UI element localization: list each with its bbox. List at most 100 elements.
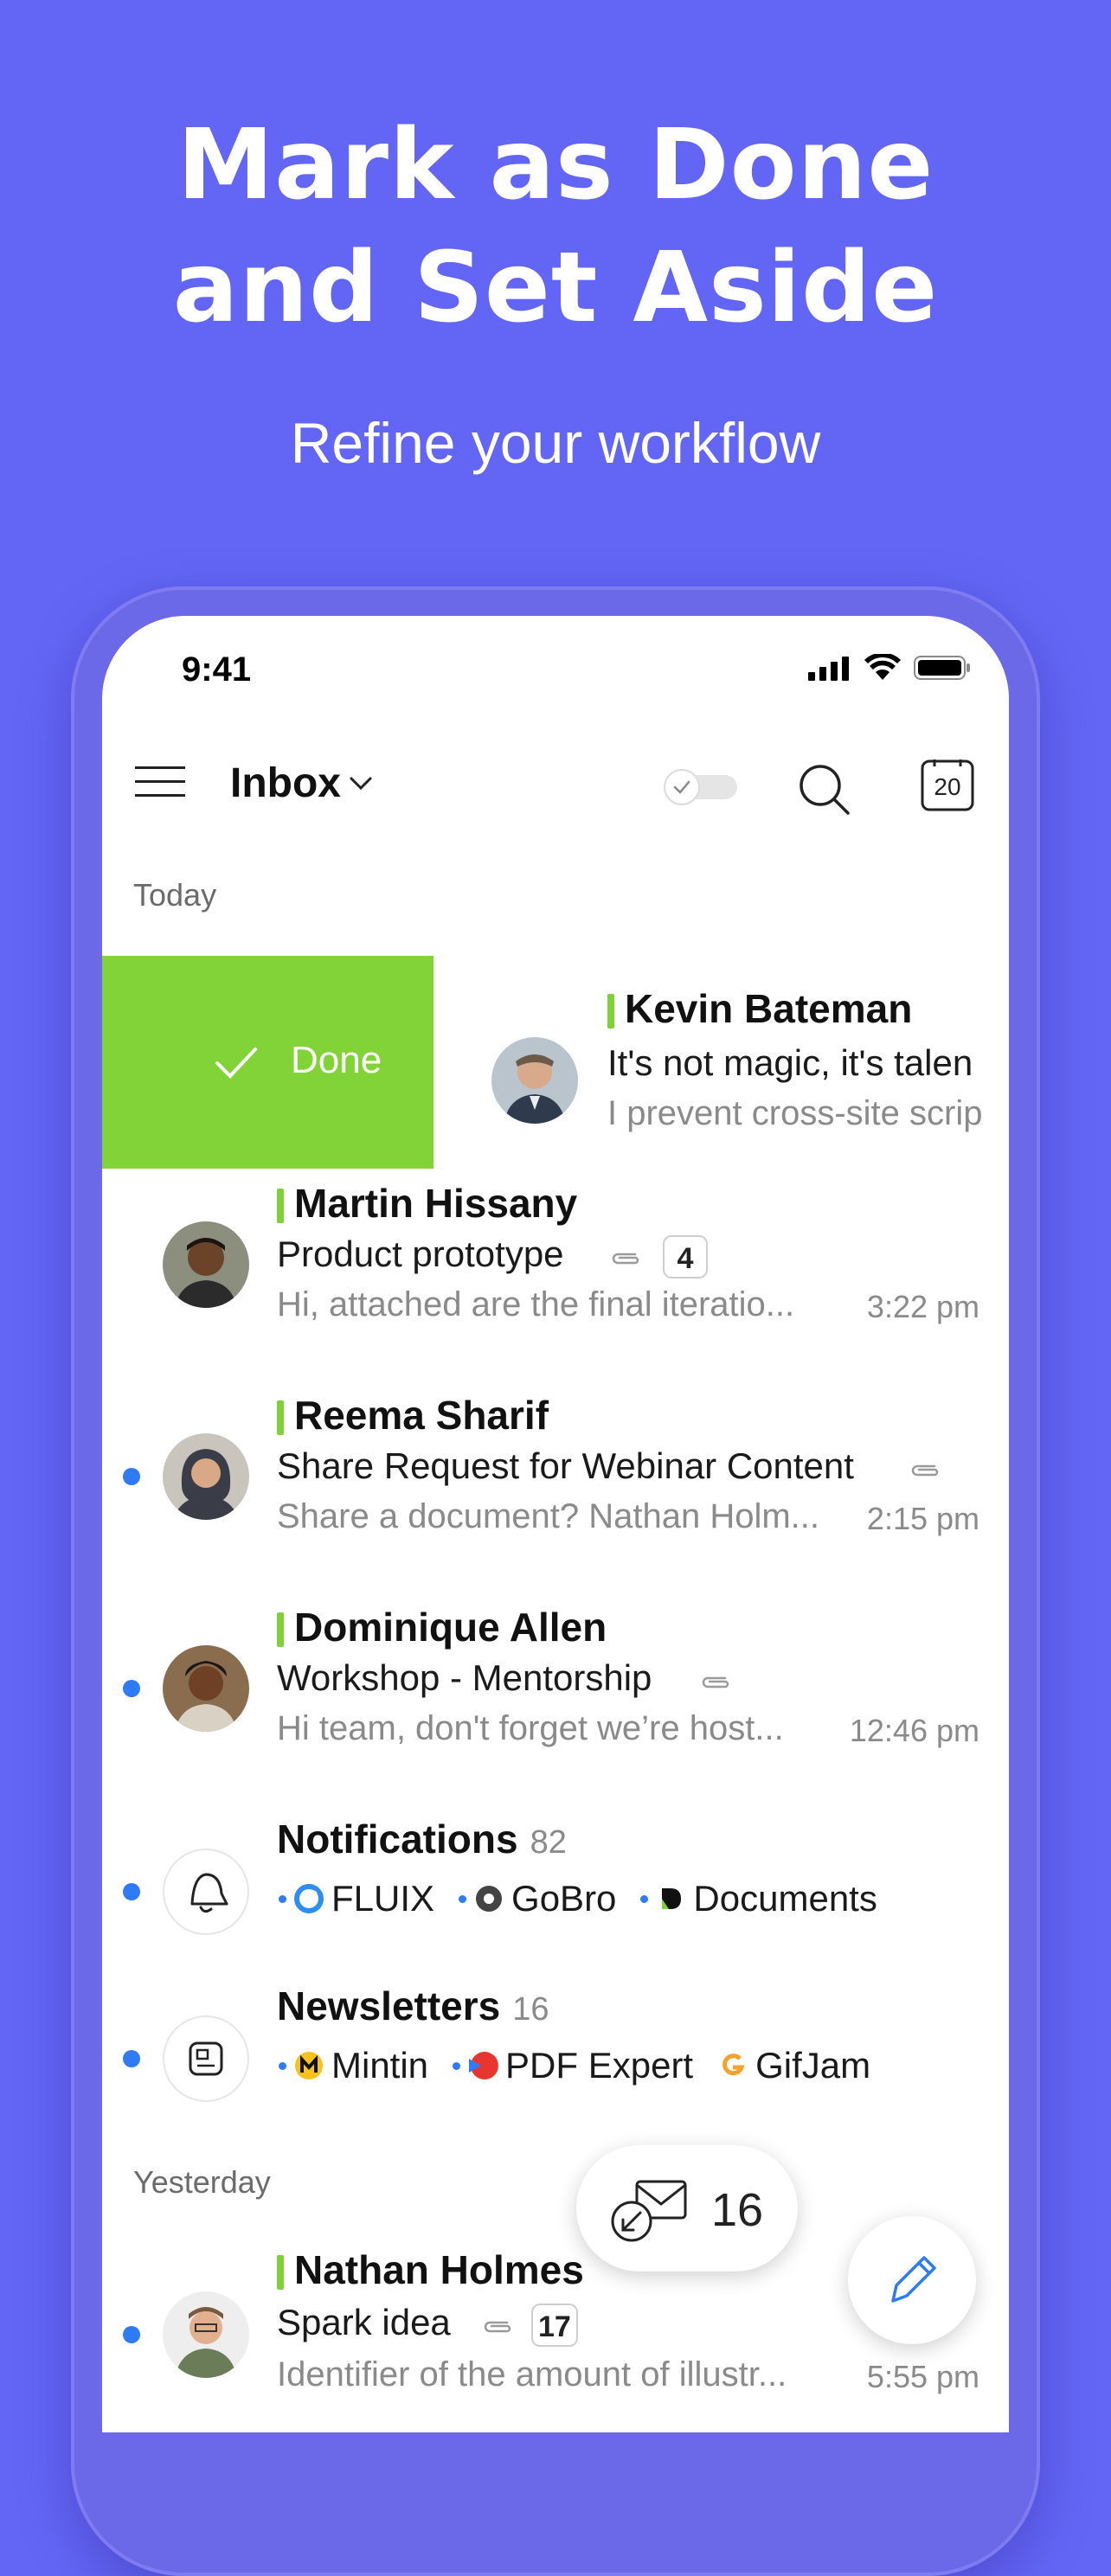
done-filter-toggle[interactable] bbox=[661, 768, 739, 806]
hamburger-menu-icon[interactable] bbox=[135, 765, 185, 799]
gobro-logo-icon bbox=[476, 1886, 503, 1912]
message-subject: It's not magic, it's talen bbox=[607, 1042, 973, 1083]
group-name: Notifications bbox=[277, 1817, 518, 1862]
message-preview: Hi, attached are the final iteratio... bbox=[277, 1285, 795, 1323]
app-name: GifJam bbox=[755, 2045, 871, 2086]
thread-count-badge: 17 bbox=[531, 2304, 578, 2347]
message-preview: Hi team, don't forget we’re host... bbox=[277, 1709, 784, 1747]
group-title: Notifications 82 bbox=[277, 1816, 567, 1862]
group-title: Newsletters 16 bbox=[277, 1983, 549, 2029]
unread-indicator bbox=[123, 1468, 140, 1485]
battery-icon bbox=[914, 656, 970, 680]
newspaper-icon bbox=[189, 2041, 223, 2076]
unread-indicator bbox=[123, 2326, 140, 2343]
message-time: 2:15 pm bbox=[866, 1501, 979, 1536]
done-label: Done bbox=[291, 1039, 382, 1081]
message-subject: Spark idea bbox=[277, 2302, 451, 2342]
message-subject: Product prototype bbox=[277, 1234, 564, 1274]
message-time: 12:46 pm bbox=[849, 1713, 979, 1748]
attachment-icon bbox=[612, 1253, 639, 1265]
section-yesterday: Yesterday bbox=[133, 2164, 271, 2200]
documents-logo-icon bbox=[662, 1888, 682, 1909]
calendar-button[interactable]: 20 bbox=[921, 758, 974, 811]
cellular-signal-icon bbox=[808, 657, 849, 681]
app-chip-gobro: GoBro bbox=[459, 1878, 616, 1919]
chevron-down-icon[interactable] bbox=[348, 775, 374, 792]
app-chip-documents: Documents bbox=[640, 1878, 877, 1919]
app-chip-gifjam: GifJam bbox=[717, 2045, 870, 2086]
unread-indicator bbox=[123, 2050, 140, 2067]
message-preview: I prevent cross-site scrip bbox=[607, 1094, 983, 1132]
label-marker bbox=[277, 1189, 284, 1223]
app-chip-mintin: Mintin bbox=[279, 2045, 428, 2086]
message-time: 5:55 pm bbox=[866, 2359, 979, 2394]
promo-headline: Mark as Done and Set Aside bbox=[0, 104, 1111, 349]
calendar-day: 20 bbox=[934, 773, 961, 800]
group-app-list: FLUIX GoBro Documents bbox=[279, 1878, 877, 1919]
app-chip-fluix: FLUIX bbox=[279, 1878, 434, 1919]
group-icon-circle bbox=[163, 2015, 249, 2102]
label-marker bbox=[277, 2255, 284, 2290]
headline-line-1: Mark as Done bbox=[177, 109, 934, 221]
app-name: GoBro bbox=[511, 1878, 617, 1919]
label-marker bbox=[277, 1400, 284, 1435]
fluix-logo-icon bbox=[294, 1884, 324, 1913]
group-app-list: Mintin PDF Expert GifJam bbox=[279, 2045, 870, 2086]
status-time: 9:41 bbox=[182, 650, 252, 689]
attachment-icon bbox=[911, 1464, 939, 1477]
sender-name: Nathan Holmes bbox=[294, 2247, 584, 2292]
group-name: Newsletters bbox=[277, 1983, 501, 2028]
set-aside-count: 16 bbox=[711, 2184, 764, 2236]
group-icon-circle bbox=[163, 1849, 249, 1935]
app-header: Inbox 20 bbox=[102, 737, 1009, 823]
unread-dot bbox=[640, 1894, 649, 1903]
sender-name: Martin Hissany bbox=[294, 1181, 578, 1226]
label-marker bbox=[277, 1612, 284, 1647]
unread-indicator bbox=[123, 1883, 140, 1900]
avatar bbox=[163, 2291, 249, 2378]
unread-dot bbox=[279, 1894, 286, 1903]
phone-screen: 9:41 Inbox 20 Today Done Kevin Bateman I… bbox=[102, 616, 1009, 2432]
search-icon[interactable] bbox=[798, 763, 850, 815]
message-preview: Share a document? Nathan Holm... bbox=[277, 1497, 820, 1535]
promo-subheadline: Refine your workflow bbox=[290, 411, 821, 475]
message-subject: Workshop - Mentorship bbox=[277, 1657, 652, 1698]
thread-count-badge: 4 bbox=[663, 1235, 708, 1278]
done-swipe-action[interactable]: Done bbox=[102, 956, 433, 1169]
group-count: 16 bbox=[512, 1991, 549, 2028]
attachment-icon bbox=[702, 1676, 729, 1688]
wifi-icon bbox=[864, 654, 901, 680]
app-name: PDF Expert bbox=[505, 2045, 694, 2086]
app-name: FLUIX bbox=[331, 1878, 435, 1919]
section-today: Today bbox=[133, 877, 217, 913]
set-aside-icon bbox=[611, 2180, 687, 2242]
message-preview: Identifier of the amount of illustr... bbox=[277, 2355, 787, 2393]
avatar bbox=[163, 1645, 249, 1732]
app-name: Documents bbox=[693, 1878, 877, 1919]
set-aside-button[interactable]: 16 bbox=[576, 2145, 798, 2272]
attachment-icon bbox=[484, 2321, 511, 2333]
app-chip-pdf-expert: PDF Expert bbox=[453, 2045, 693, 2086]
sender-name: Reema Sharif bbox=[294, 1393, 549, 1438]
pdf-expert-logo-icon bbox=[469, 2052, 499, 2079]
group-count: 82 bbox=[530, 1824, 567, 1861]
mintin-logo-icon bbox=[295, 2052, 323, 2079]
unread-dot bbox=[453, 2061, 461, 2070]
avatar bbox=[491, 1037, 578, 1124]
avatar bbox=[163, 1433, 249, 1520]
compose-button[interactable] bbox=[848, 2216, 976, 2344]
status-icons bbox=[806, 654, 971, 682]
unread-indicator bbox=[123, 1680, 140, 1697]
pencil-icon bbox=[891, 2256, 936, 2303]
headline-line-2: and Set Aside bbox=[172, 232, 939, 344]
unread-dot bbox=[279, 2061, 286, 2070]
checkmark-icon bbox=[215, 1048, 257, 1079]
sender-name: Kevin Bateman bbox=[625, 986, 913, 1031]
sender-name: Dominique Allen bbox=[294, 1605, 607, 1650]
message-subject: Share Request for Webinar Content bbox=[277, 1445, 854, 1486]
unread-dot bbox=[459, 1894, 467, 1903]
avatar bbox=[163, 1221, 249, 1308]
message-time: 3:22 pm bbox=[866, 1289, 979, 1324]
app-name: Mintin bbox=[331, 2045, 429, 2086]
mailbox-title[interactable]: Inbox bbox=[230, 759, 341, 807]
